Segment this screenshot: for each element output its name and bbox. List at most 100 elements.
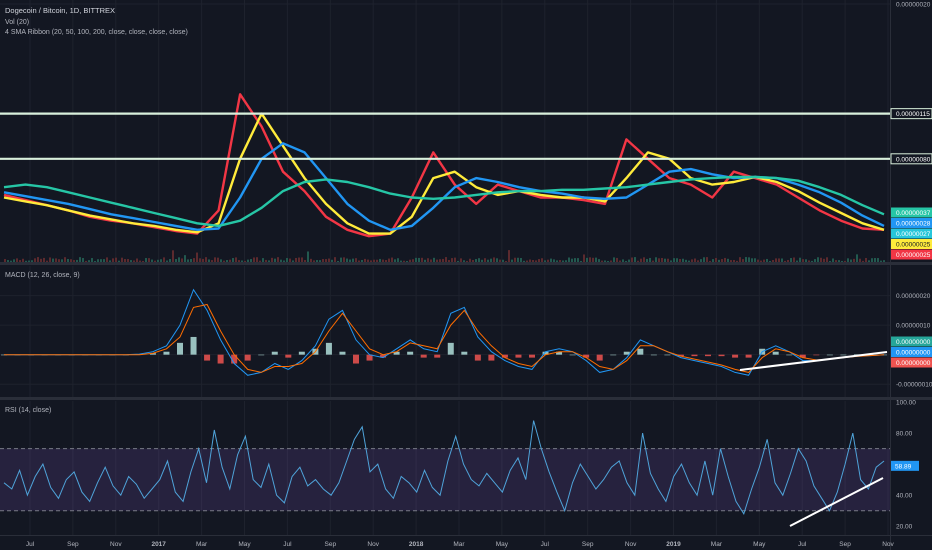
volume-bar	[403, 260, 405, 262]
volume-bar	[811, 260, 813, 262]
volume-bar	[865, 257, 867, 262]
time-tick-label: Mar	[453, 541, 465, 548]
volume-bar	[415, 257, 417, 262]
volume-bar	[223, 260, 225, 262]
volume-bar	[301, 257, 303, 262]
volume-bar	[859, 258, 861, 262]
volume-bar	[145, 258, 147, 262]
volume-bar	[715, 257, 717, 262]
volume-bar	[295, 257, 297, 262]
volume-bar	[622, 259, 624, 262]
volume-bar	[151, 259, 153, 262]
volume-bar	[814, 259, 816, 262]
volume-bar	[379, 258, 381, 262]
volume-bar	[568, 257, 570, 262]
volume-bar	[673, 258, 675, 262]
rsi-label[interactable]: RSI (14, close)	[5, 407, 51, 414]
volume-bar	[280, 259, 282, 262]
volume-bar	[244, 260, 246, 262]
volume-bar	[424, 259, 426, 262]
volume-bar	[679, 258, 681, 262]
volume-bar	[226, 259, 228, 262]
volume-bar	[427, 258, 429, 262]
last-value-tag-label: 0.00000000	[896, 339, 931, 346]
volume-indicator-label[interactable]: Vol (20)	[5, 19, 29, 26]
volume-bar	[85, 260, 87, 262]
volume-bar	[118, 260, 120, 262]
volume-bar	[472, 259, 474, 262]
volume-bar	[70, 259, 72, 262]
rsi-tick-label: 20.00	[896, 524, 913, 531]
volume-bar	[73, 260, 75, 262]
last-value-tag-label: 0.00000000	[896, 350, 931, 357]
last-value-tag-label: 0.00000027	[896, 231, 931, 238]
volume-bar	[646, 258, 648, 262]
volume-bar	[799, 257, 801, 262]
volume-bar	[877, 258, 879, 262]
volume-bar	[478, 258, 480, 262]
volume-bar	[727, 258, 729, 262]
macd-histogram-bar	[664, 354, 671, 356]
macd-histogram-bar	[705, 354, 711, 357]
volume-bar	[205, 257, 207, 262]
volume-bar	[508, 250, 510, 262]
volume-bar	[664, 258, 666, 262]
time-tick-label: May	[753, 541, 766, 548]
volume-bar	[844, 260, 846, 262]
volume-bar	[37, 257, 39, 262]
volume-bar	[541, 258, 543, 262]
volume-bar	[112, 258, 114, 262]
volume-bar	[109, 260, 111, 262]
volume-bar	[241, 260, 243, 262]
volume-bar	[580, 260, 582, 262]
macd-histogram-bar	[163, 351, 170, 355]
volume-bar	[130, 260, 132, 262]
volume-bar	[847, 258, 849, 262]
macd-label[interactable]: MACD (12, 26, close, 9)	[5, 272, 80, 279]
macd-histogram-bar	[745, 354, 752, 358]
volume-bar	[556, 260, 558, 262]
macd-histogram-bar	[461, 351, 468, 355]
volume-bar	[355, 258, 357, 262]
volume-bar	[418, 257, 420, 262]
sma-ribbon-label[interactable]: 4 SMA Ribbon (20, 50, 100, 200, close, c…	[5, 29, 188, 36]
volume-bar	[706, 257, 708, 262]
time-tick-label: Sep	[325, 541, 337, 548]
dogebtc-chart[interactable]: 0.00000115 0.00000080 Jul Sep Nov 2017 Mar May…	[0, 0, 932, 550]
macd-histogram-bar	[204, 354, 211, 361]
volume-bar	[817, 257, 819, 262]
volume-bar	[544, 260, 546, 262]
volume-bar	[442, 258, 444, 262]
volume-bar	[547, 259, 549, 262]
volume-bar	[331, 259, 333, 262]
macd-panel[interactable]	[0, 266, 890, 397]
volume-bar	[742, 259, 744, 262]
time-tick-label: Sep	[582, 541, 594, 548]
volume-bar	[388, 258, 390, 262]
volume-bar	[49, 257, 51, 262]
volume-bar	[481, 259, 483, 262]
volume-bar	[421, 257, 423, 262]
volume-bar	[805, 259, 807, 262]
volume-bar	[880, 260, 882, 262]
volume-bar	[91, 258, 93, 262]
volume-bar	[292, 260, 294, 262]
volume-bar	[613, 257, 615, 262]
volume-bar	[535, 260, 537, 262]
volume-bar	[871, 258, 873, 262]
volume-bar	[826, 257, 828, 262]
volume-bar	[637, 260, 639, 262]
volume-bar	[520, 258, 522, 262]
volume-bar	[22, 258, 24, 262]
volume-bar	[739, 257, 741, 262]
volume-bar	[604, 260, 606, 262]
volume-bar	[55, 258, 57, 262]
macd-histogram-bar	[447, 342, 454, 355]
volume-bar	[67, 259, 69, 262]
volume-bar	[523, 260, 525, 262]
rsi-band	[0, 448, 890, 511]
volume-bar	[751, 258, 753, 262]
volume-bar	[487, 259, 489, 262]
volume-bar	[757, 259, 759, 262]
volume-bar	[136, 258, 138, 262]
